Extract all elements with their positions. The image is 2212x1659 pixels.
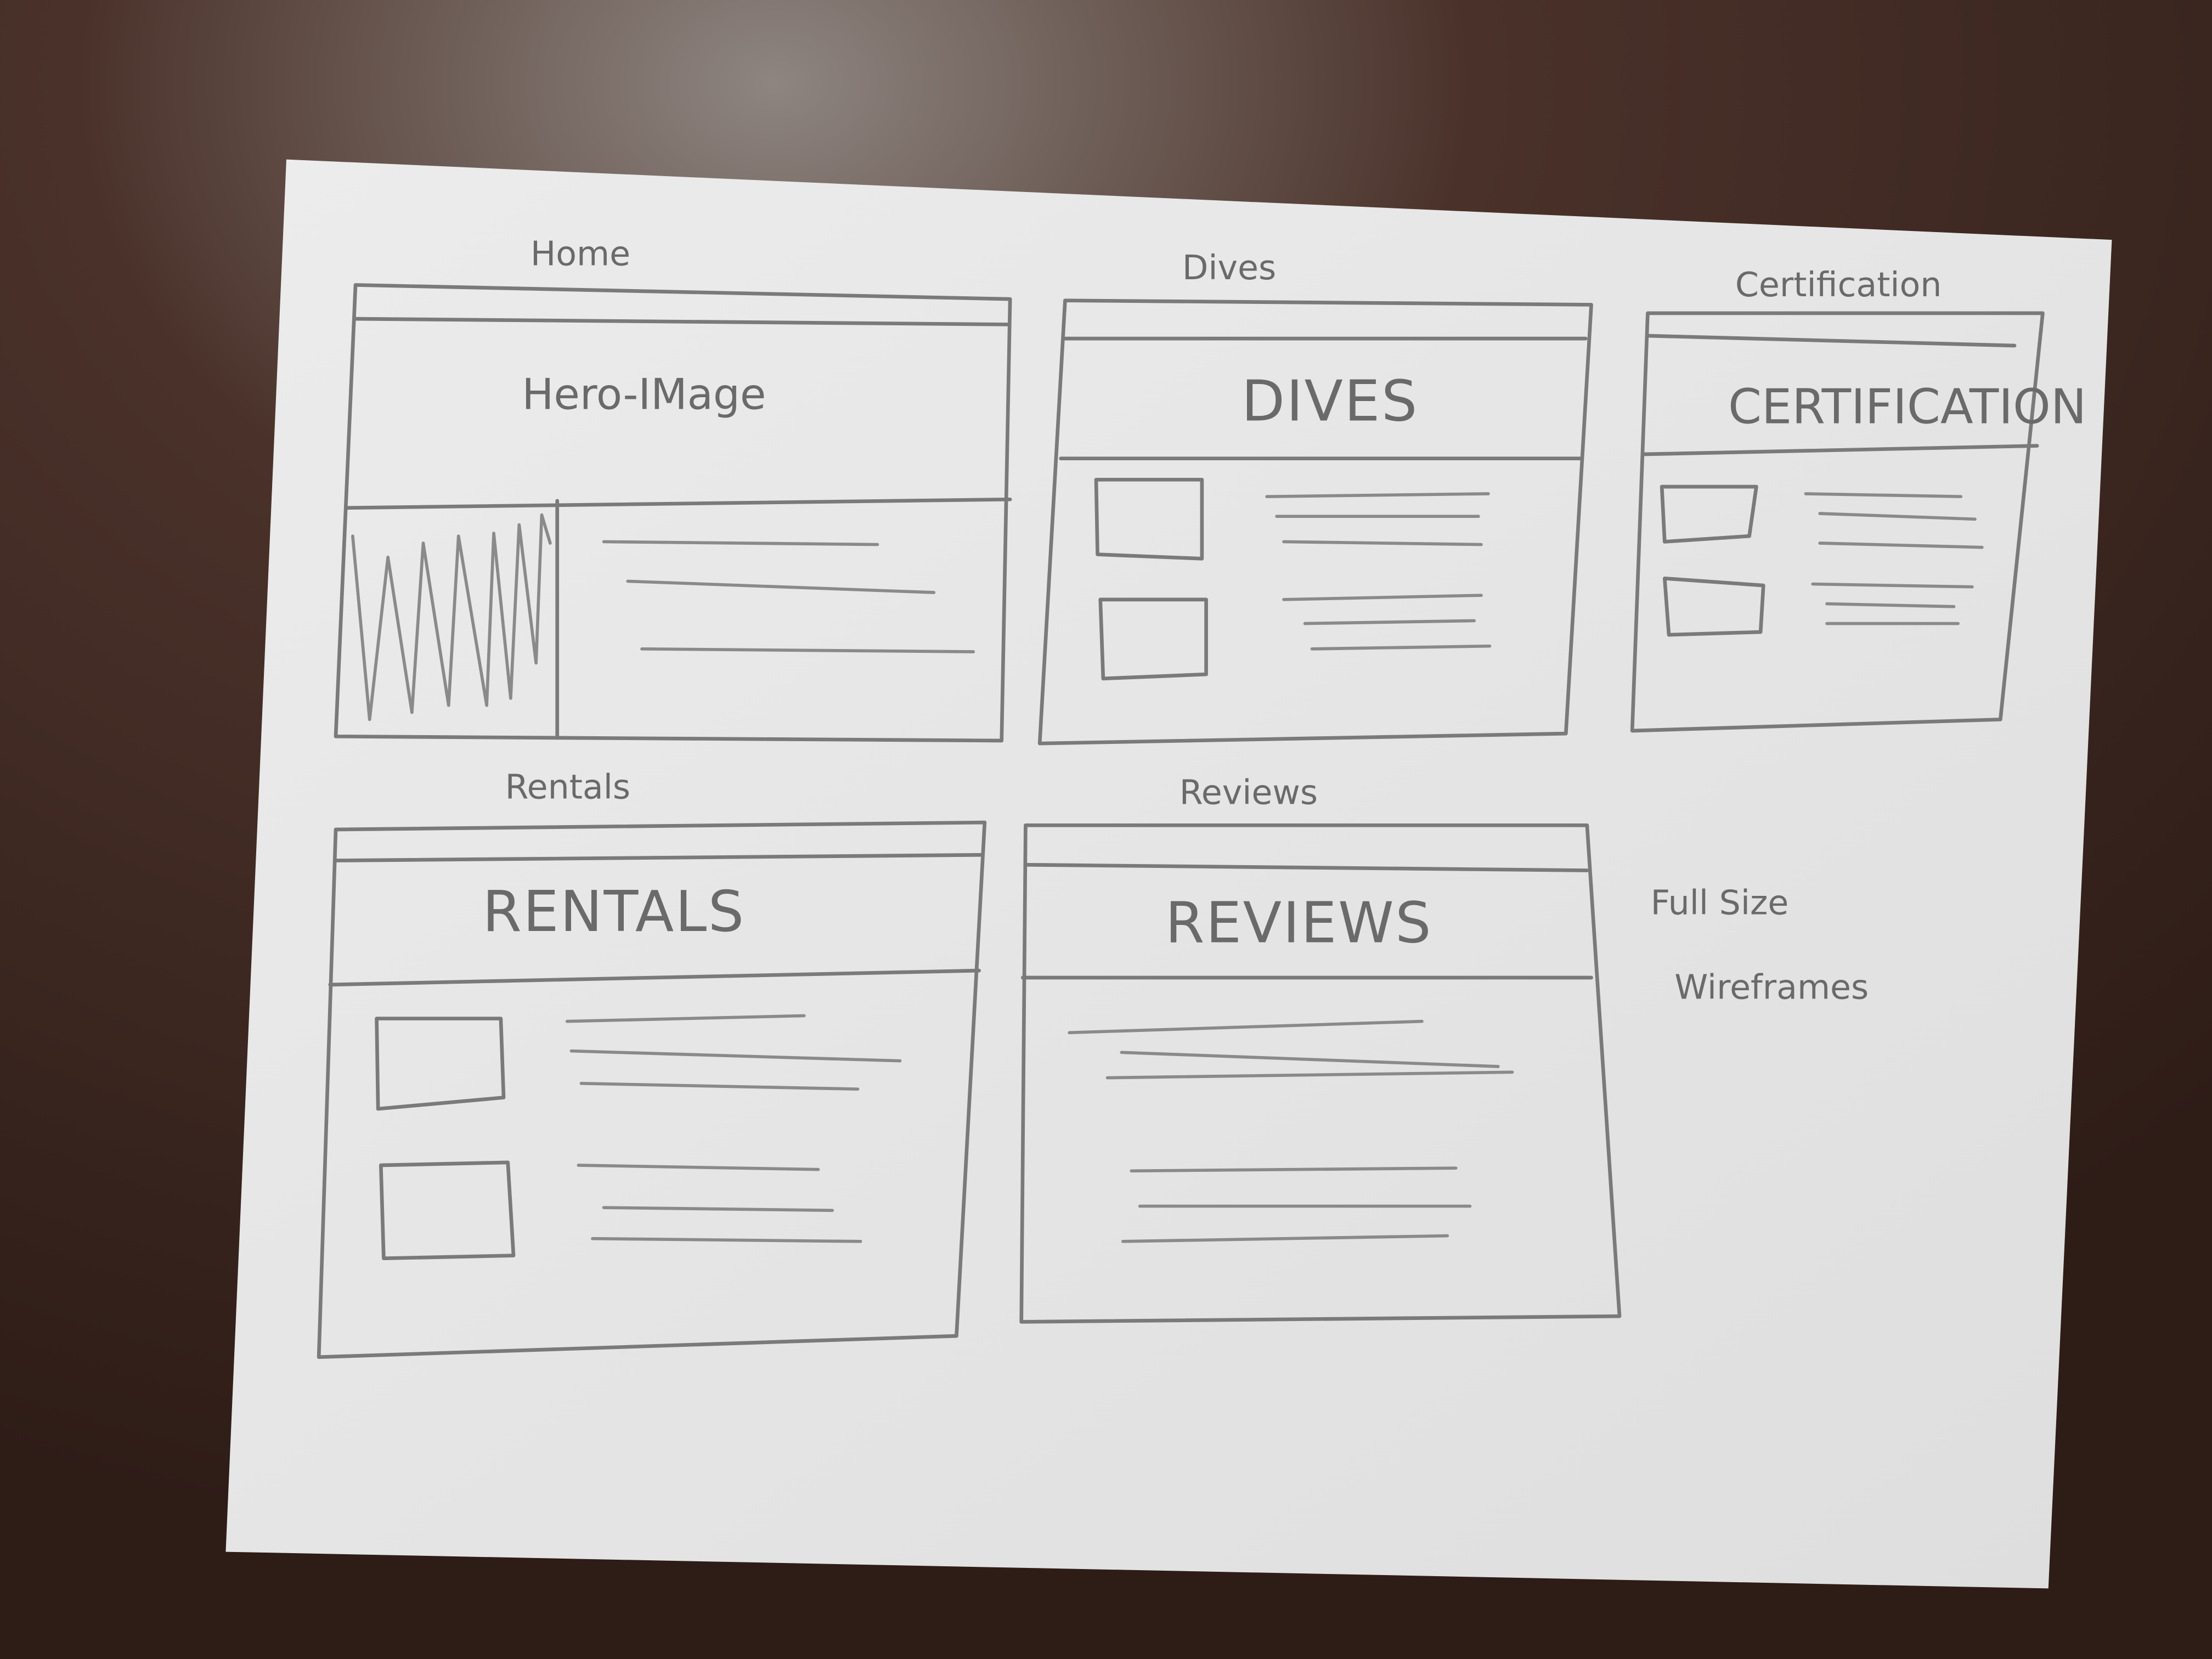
certification-label: Certification — [1735, 265, 1942, 304]
reviews-heading: REVIEWS — [1165, 891, 1432, 956]
dives-label: Dives — [1182, 248, 1276, 287]
certification-heading: CERTIFICATION — [1728, 379, 2086, 435]
note-line-2: Wireframes — [1674, 968, 1869, 1007]
rentals-heading: RENTALS — [482, 879, 745, 945]
home-hero-image-label: Hero-IMage — [522, 370, 766, 420]
note-line-1: Full Size — [1651, 883, 1789, 922]
dives-heading: DIVES — [1242, 369, 1419, 434]
reviews-label: Reviews — [1180, 773, 1318, 812]
paper-sheet — [225, 159, 2112, 1589]
wireframe-sketch-photo: Home Hero-IMage Dives DIVES Certificatio… — [0, 0, 2212, 1659]
home-label: Home — [531, 234, 630, 273]
rentals-label: Rentals — [505, 767, 630, 806]
